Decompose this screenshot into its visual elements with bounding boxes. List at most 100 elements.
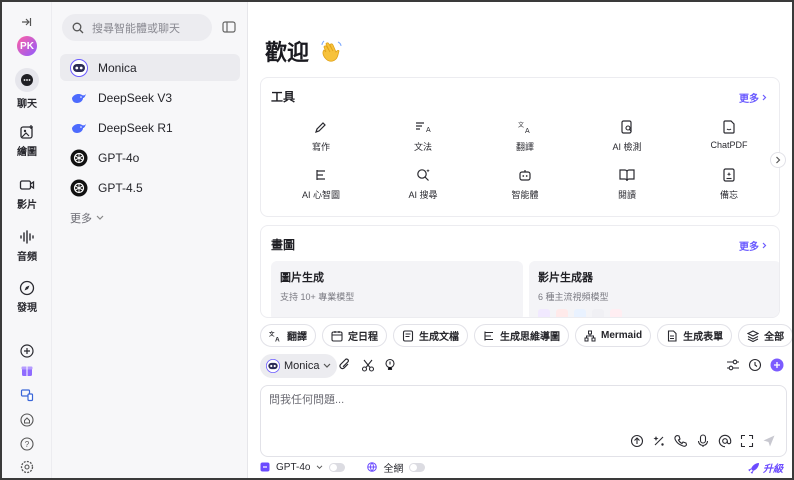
at-icon[interactable]: [718, 434, 732, 448]
image-icon: [20, 125, 33, 139]
model-logo-icon: [556, 309, 568, 317]
chat-input[interactable]: [269, 394, 569, 406]
web-toggle[interactable]: [409, 462, 426, 472]
tool-memo[interactable]: 備忘: [689, 168, 769, 201]
chip-all[interactable]: 全部: [738, 324, 792, 347]
add-icon[interactable]: [20, 344, 34, 363]
settings-icon[interactable]: [20, 460, 34, 478]
bottom-model[interactable]: GPT-4o: [276, 462, 310, 473]
rail-item-discover[interactable]: 發現: [2, 280, 52, 314]
app-window: PK 聊天 繪圖 影片 音頻 發現 ? 搜尋智能體或聊天 Monica Deep…: [0, 0, 794, 480]
main-area: 歡迎 工具 更多 寫作 A 文法 文A 翻譯 AI 檢測 ChatPDF AI …: [250, 2, 792, 478]
gift-icon[interactable]: [20, 363, 34, 382]
model-toggle[interactable]: [329, 462, 346, 472]
scroll-right-button[interactable]: [770, 152, 786, 168]
composer-toolbar: Monica: [260, 354, 784, 378]
sidebar-item-deepseek-r1[interactable]: DeepSeek R1: [60, 114, 240, 141]
rail-item-audio[interactable]: 音頻: [2, 229, 52, 263]
card-desc: 支持 10+ 專業模型: [280, 292, 355, 302]
draw-more-link[interactable]: 更多: [739, 238, 767, 253]
expand-sidebar-icon[interactable]: [20, 15, 32, 33]
new-chat-icon[interactable]: [770, 358, 784, 372]
sidebar-item-monica[interactable]: Monica: [60, 54, 240, 81]
chip-generate-mindmap[interactable]: 生成思維導圖: [474, 324, 569, 347]
tool-label: 備忘: [719, 190, 738, 200]
page-title: 歡迎: [265, 35, 343, 67]
tool-ai-mindmap[interactable]: AI 心智圖: [281, 168, 361, 201]
upgrade-button[interactable]: 升級: [748, 460, 783, 475]
deepseek-icon: [70, 119, 88, 137]
chip-translate[interactable]: 文A 翻譯: [260, 324, 316, 347]
tool-writing[interactable]: 寫作: [281, 120, 361, 153]
attach-icon[interactable]: [338, 358, 352, 372]
rail-item-chat[interactable]: 聊天: [2, 68, 52, 110]
tool-ai-search[interactable]: AI 搜尋: [383, 168, 463, 201]
rail-item-draw[interactable]: 繪圖: [2, 124, 52, 158]
tool-agent[interactable]: 智能體: [485, 168, 565, 201]
svg-text:文: 文: [518, 121, 524, 129]
expand-icon[interactable]: [740, 434, 754, 448]
input-actions: [630, 434, 776, 448]
image-generation-card[interactable]: 圖片生成 支持 10+ 專業模型: [271, 261, 523, 317]
openai-icon: [70, 149, 88, 167]
tool-grammar[interactable]: A 文法: [383, 120, 463, 153]
bot-name: DeepSeek R1: [98, 120, 173, 135]
sidebar-item-gpt-4-5[interactable]: GPT-4.5: [60, 174, 240, 201]
detect-icon: [621, 120, 632, 134]
sliders-icon[interactable]: [726, 358, 740, 372]
sidebar-item-deepseek-v3[interactable]: DeepSeek V3: [60, 84, 240, 111]
rail-item-video[interactable]: 影片: [2, 177, 52, 211]
sidebar-item-gpt-4o[interactable]: GPT-4o: [60, 144, 240, 171]
upload-icon[interactable]: [630, 434, 644, 448]
tool-label: 翻譯: [515, 142, 534, 152]
chip-generate-doc[interactable]: 生成文檔: [393, 324, 468, 347]
bot-name: GPT-4.5: [98, 180, 143, 195]
openai-icon: [70, 179, 88, 197]
rocket-icon: [748, 462, 759, 474]
more-label: 更多: [739, 94, 759, 105]
search-input[interactable]: 搜尋智能體或聊天: [92, 20, 180, 36]
video-icon: [19, 180, 35, 190]
tool-reading[interactable]: 閱讀: [587, 168, 667, 201]
chip-generate-form[interactable]: 生成表單: [657, 324, 733, 347]
draw-title: 畫圖: [271, 238, 296, 252]
chip-schedule[interactable]: 定日程: [322, 324, 387, 347]
home-icon[interactable]: [20, 413, 34, 432]
tool-ai-detect[interactable]: AI 檢測: [587, 120, 667, 153]
sidebar-toggle-icon[interactable]: [222, 20, 236, 38]
tools-more-link[interactable]: 更多: [739, 90, 767, 105]
devices-icon[interactable]: [20, 388, 34, 407]
more-label: 更多: [70, 213, 92, 225]
form-icon: [668, 329, 677, 342]
doc-icon: [402, 329, 414, 342]
history-icon[interactable]: [748, 358, 762, 372]
avatar[interactable]: PK: [17, 36, 37, 56]
audio-icon: [20, 230, 34, 244]
search-box[interactable]: 搜尋智能體或聊天: [62, 14, 212, 41]
video-generation-card[interactable]: 影片生成器 6 種主流視頻模型: [529, 261, 779, 317]
model-selector[interactable]: Monica: [260, 354, 338, 378]
phone-icon[interactable]: [674, 434, 688, 448]
mermaid-icon: [584, 330, 596, 341]
tool-chatpdf[interactable]: ChatPDF: [689, 120, 769, 150]
card-title: 影片生成器: [538, 272, 593, 284]
chip-mermaid[interactable]: Mermaid: [575, 324, 652, 347]
translate-icon: 文A: [518, 121, 530, 134]
microphone-icon[interactable]: [696, 434, 710, 448]
lightbulb-icon[interactable]: [383, 358, 397, 372]
bottom-bar: GPT-4o 全網 升級: [260, 458, 787, 476]
scissors-icon[interactable]: [361, 358, 375, 372]
chevron-down-icon[interactable]: [316, 464, 323, 470]
model-logo-icon: [610, 309, 622, 317]
tool-label: 智能體: [511, 190, 539, 200]
sparkle-icon[interactable]: [652, 434, 666, 448]
chevron-down-icon: [324, 363, 331, 368]
help-icon[interactable]: ?: [20, 437, 34, 456]
send-icon[interactable]: [762, 434, 776, 448]
calendar-icon: [331, 330, 343, 342]
bottom-web[interactable]: 全網: [383, 460, 403, 475]
svg-text:A: A: [275, 336, 280, 342]
tool-translate[interactable]: 文A 翻譯: [485, 120, 565, 153]
chevron-right-icon: [762, 94, 767, 101]
sidebar-more-link[interactable]: 更多: [70, 210, 104, 226]
